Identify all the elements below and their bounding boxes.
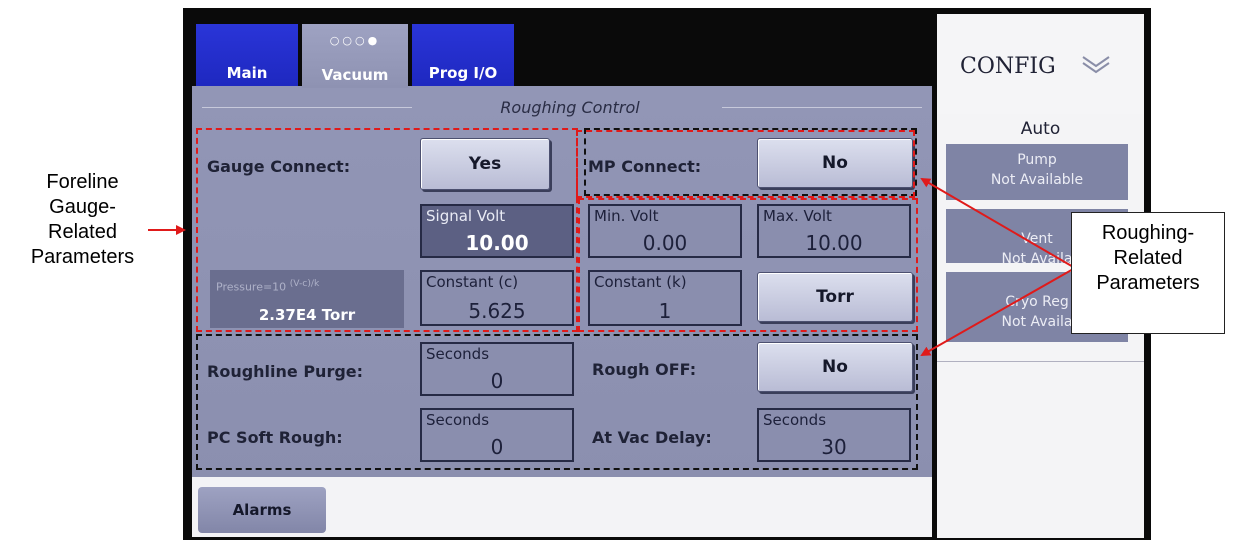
foreline-callout-line4: Parameters <box>30 246 135 268</box>
config-separator <box>937 361 1144 362</box>
pump-button-title: Pump <box>1017 152 1057 168</box>
foreline-callout-line1: Foreline <box>46 171 119 193</box>
pump-button[interactable]: Pump Not Available <box>946 144 1128 200</box>
roughing-callout-line2: Related <box>1113 247 1183 269</box>
volt-constant-highlight <box>578 198 918 332</box>
foreline-gauge-highlight <box>196 128 578 332</box>
section-title: Roughing Control <box>500 98 640 117</box>
page-indicator: ○○○● <box>329 34 381 47</box>
config-title[interactable]: CONFIG <box>960 54 1056 79</box>
chevron-down-icon[interactable] <box>1080 52 1112 76</box>
foreline-callout-line2: Gauge- <box>49 196 116 218</box>
alarms-tab[interactable]: Alarms <box>198 487 326 533</box>
config-mode: Auto <box>1020 119 1061 139</box>
roughing-callout: Roughing- Related Parameters <box>1071 212 1225 334</box>
tab-prog-io[interactable]: Prog I/O <box>412 24 514 86</box>
roughing-callout-line1: Roughing- <box>1101 222 1195 244</box>
pump-button-status: Not Available <box>990 172 1084 188</box>
tab-vacuum-label: Vacuum <box>321 66 389 84</box>
tab-vacuum[interactable]: ○○○● Vacuum <box>302 24 408 88</box>
foreline-callout-line3: Related <box>48 221 117 243</box>
header-divider-left <box>202 107 412 108</box>
tab-main-label: Main <box>226 64 268 82</box>
foreline-callout: Foreline Gauge- Related Parameters <box>0 170 165 270</box>
tab-prog-io-label: Prog I/O <box>428 64 498 82</box>
roughing-highlight <box>196 334 918 470</box>
tab-main[interactable]: Main <box>196 24 298 86</box>
mp-connect-red-highlight <box>576 130 915 198</box>
header-divider-right <box>722 107 922 108</box>
roughing-callout-line3: Parameters <box>1096 272 1200 294</box>
